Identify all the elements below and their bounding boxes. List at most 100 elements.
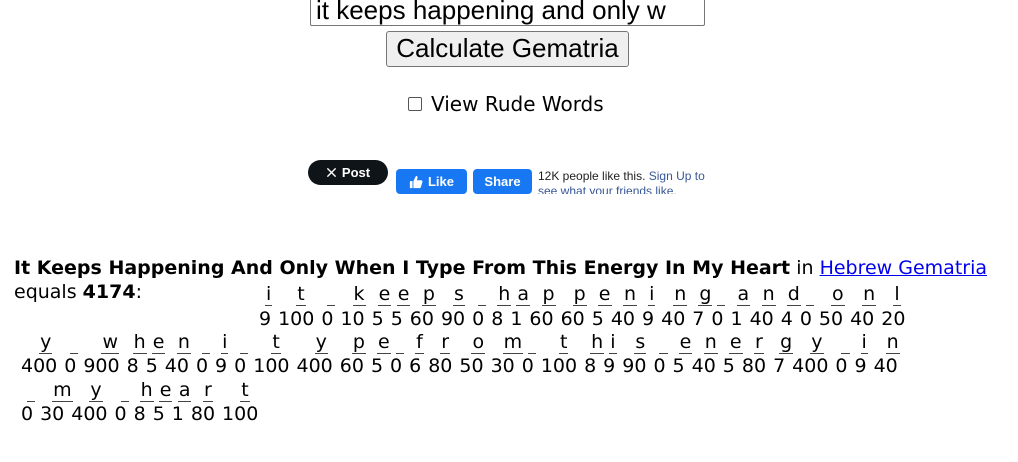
letter-value: 400 [71,403,108,425]
letter: s [453,283,465,306]
letter: k [352,283,366,306]
letter: e [151,331,166,354]
letter-value: 400 [792,355,829,377]
letter-value: 5 [722,355,735,377]
letter: e [377,283,392,306]
letter-value: 60 [409,308,434,330]
letter-value: 8 [126,355,139,377]
letter: a [177,379,192,402]
letter: h [590,331,605,354]
letter-value: 5 [591,308,604,330]
letter-value: 40 [661,308,686,330]
letter: i [648,283,656,306]
letter: i [221,331,229,354]
letter: m [52,379,73,402]
letter: d [786,283,801,306]
letter: o [831,283,845,306]
letter-value: 9 [603,355,616,377]
letter [717,283,726,306]
letter-value: 6 [409,355,422,377]
letter [659,331,668,354]
letter: e [158,379,173,402]
letter-value: 4 [780,308,793,330]
letter: t [240,379,250,402]
letter-value: 0 [64,355,77,377]
letter-value: 80 [741,355,767,377]
letter-value: 900 [83,355,120,377]
letter-value: 0 [653,355,666,377]
letter: i [609,331,617,354]
letter-value: 5 [672,355,685,377]
letter: o [471,331,486,354]
letter [527,331,536,354]
letter: n [673,283,688,306]
letter: r [440,331,451,354]
letter-value: 40 [164,355,189,377]
letter-value: 10 [340,308,365,330]
letter-value: 100 [253,355,290,377]
letter: y [89,379,103,402]
letter: f [415,331,424,354]
letter [70,331,79,354]
letter-value: 0 [711,308,724,330]
letter: l [893,283,901,306]
letter [327,283,336,306]
letter-value: 30 [490,355,515,377]
letter: n [176,331,191,354]
letter-value: 40 [850,308,875,330]
letter-value: 90 [440,308,466,330]
letter: i [860,331,868,354]
letter-value: 30 [40,403,65,425]
letter: h [139,379,154,402]
letter-value: 1 [510,308,523,330]
letter: e [597,283,612,306]
letter: n [703,331,718,354]
letter: n [885,331,900,354]
letter-value: 7 [692,308,705,330]
letter-value: 5 [371,308,384,330]
letter: g [779,331,794,354]
letter: n [862,283,877,306]
letter: s [634,331,647,354]
letter-value: 20 [881,308,906,330]
letter: p [351,331,366,354]
letter-value: 8 [584,355,597,377]
letter-value: 1 [171,403,184,425]
letter-value: 50 [459,355,484,377]
letter-value: 0 [472,308,485,330]
letter-value: 60 [529,308,554,330]
letter [396,331,405,354]
letter-value: 400 [21,355,58,377]
letter-value: 0 [21,403,34,425]
letter-value: 7 [773,355,786,377]
letter-value: 80 [428,355,453,377]
letter: p [541,283,556,306]
letter-value: 40 [691,355,716,377]
letter [120,379,129,402]
letter: e [678,331,693,354]
letter-value: 5 [145,355,158,377]
letter: a [516,283,531,306]
letter: t [558,331,569,354]
letter-value: 8 [491,308,504,330]
letter-value: 100 [222,403,259,425]
letter-value: 9 [215,355,228,377]
letter: t [296,283,306,306]
letter-value: 0 [521,355,534,377]
letter: e [728,331,743,354]
letter-value: 50 [818,308,844,330]
letter-value: 0 [390,355,403,377]
letter-value: 100 [278,308,315,330]
letter: m [502,331,524,354]
letter-value: 40 [610,308,636,330]
letter: e [376,331,391,354]
letter-value: 0 [234,355,247,377]
letter: n [761,283,776,306]
letter-value: 80 [190,403,216,425]
letter: p [572,283,587,306]
letter-value: 400 [296,355,333,377]
letter-value: 40 [749,308,774,330]
letter: r [202,379,213,402]
letter-value: 0 [114,403,127,425]
letter: h [497,283,512,306]
